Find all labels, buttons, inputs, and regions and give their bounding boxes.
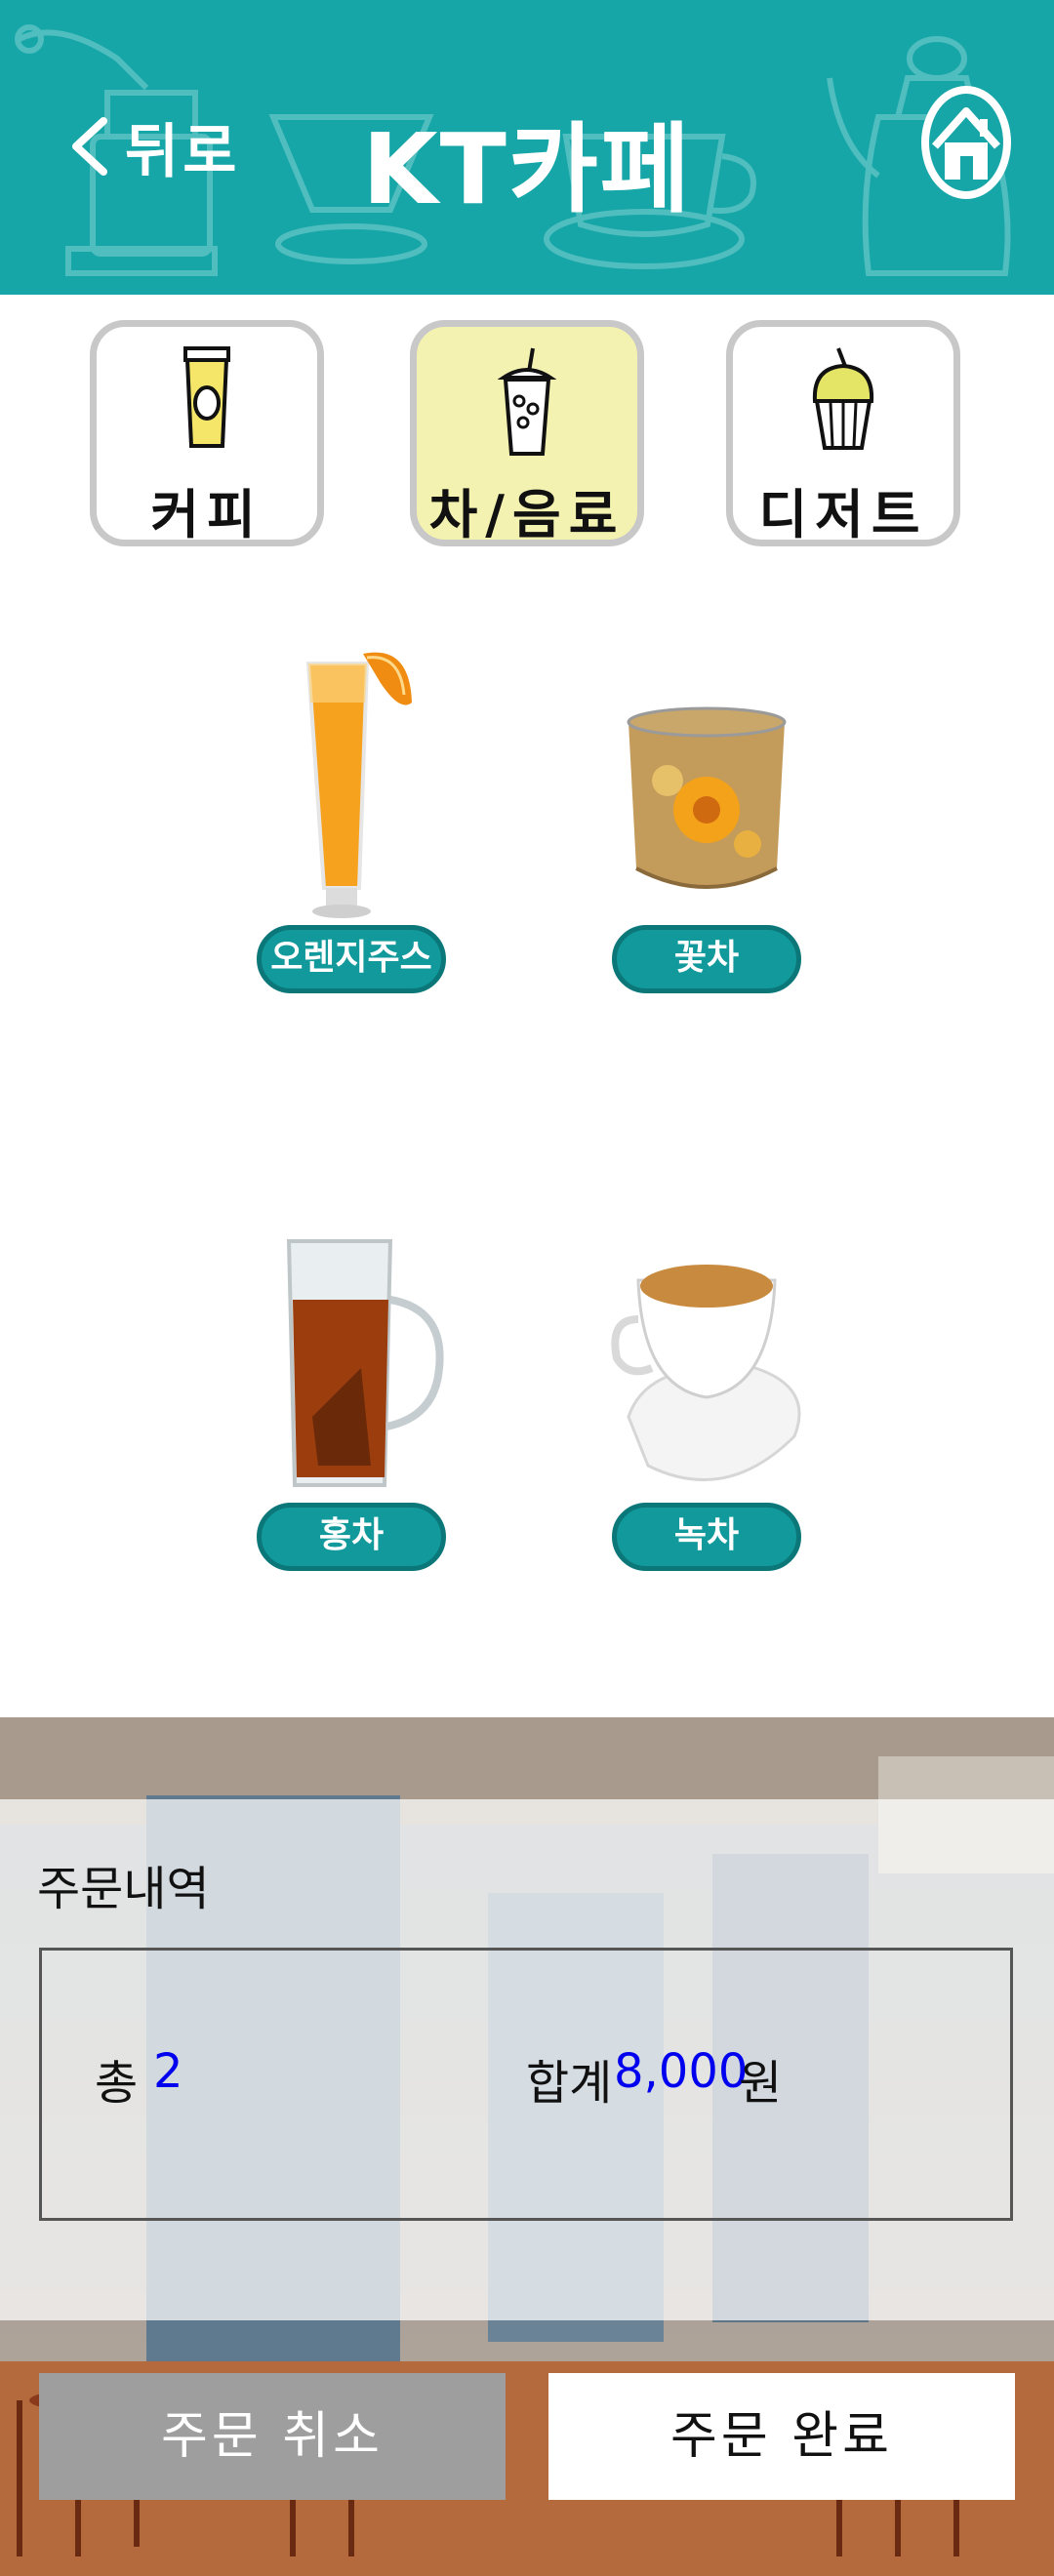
tab-drinks[interactable]: 차/음료 xyxy=(410,320,644,546)
total-count-value: 2 xyxy=(153,2044,183,2099)
menu-item-orange-juice[interactable]: 오렌지주스 xyxy=(254,644,449,993)
tab-coffee-label: 커피 xyxy=(150,484,264,545)
total-count-label: 총 xyxy=(95,2056,139,2111)
tab-dessert-label: 디저트 xyxy=(758,484,928,545)
menu-item-flower-tea[interactable]: 꽃차 xyxy=(609,644,804,993)
order-section: 주문내역 총 2 합계 8,000 원 주문 취소 주문 완료 xyxy=(0,1717,1054,2576)
order-summary-box: 총 2 합계 8,000 원 xyxy=(39,1948,1013,2221)
coffee-cup-icon xyxy=(183,346,230,448)
order-history-label: 주문내역 xyxy=(37,1862,210,1916)
black-tea-image xyxy=(286,1239,444,1487)
orange-juice-image xyxy=(305,652,412,918)
menu-item-green-tea[interactable]: 녹차 xyxy=(609,1222,804,1571)
green-tea-image xyxy=(611,1265,801,1482)
flower-tea-image xyxy=(627,706,787,889)
cancel-order-button[interactable]: 주문 취소 xyxy=(39,2373,506,2500)
complete-order-button[interactable]: 주문 완료 xyxy=(548,2373,1015,2500)
tab-drinks-label: 차/음료 xyxy=(428,484,626,545)
currency-label: 원 xyxy=(739,2056,783,2111)
menu-item-black-tea[interactable]: 홍차 xyxy=(254,1222,449,1571)
drink-cup-icon xyxy=(498,347,556,456)
muffin-icon xyxy=(812,347,874,450)
menu-item-label: 홍차 xyxy=(257,1503,446,1571)
home-icon[interactable] xyxy=(917,82,1015,203)
page-title: KT카페 xyxy=(362,112,692,226)
header-bar: 뒤로 KT카페 xyxy=(0,0,1054,295)
menu-item-label: 오렌지주스 xyxy=(257,925,446,993)
menu-item-label: 녹차 xyxy=(612,1503,801,1571)
tab-dessert[interactable]: 디저트 xyxy=(726,320,960,546)
menu-item-label: 꽃차 xyxy=(612,925,801,993)
tab-coffee[interactable]: 커피 xyxy=(90,320,324,546)
total-price-value: 8,000 xyxy=(614,2044,749,2099)
total-price-label: 합계 xyxy=(526,2056,613,2111)
